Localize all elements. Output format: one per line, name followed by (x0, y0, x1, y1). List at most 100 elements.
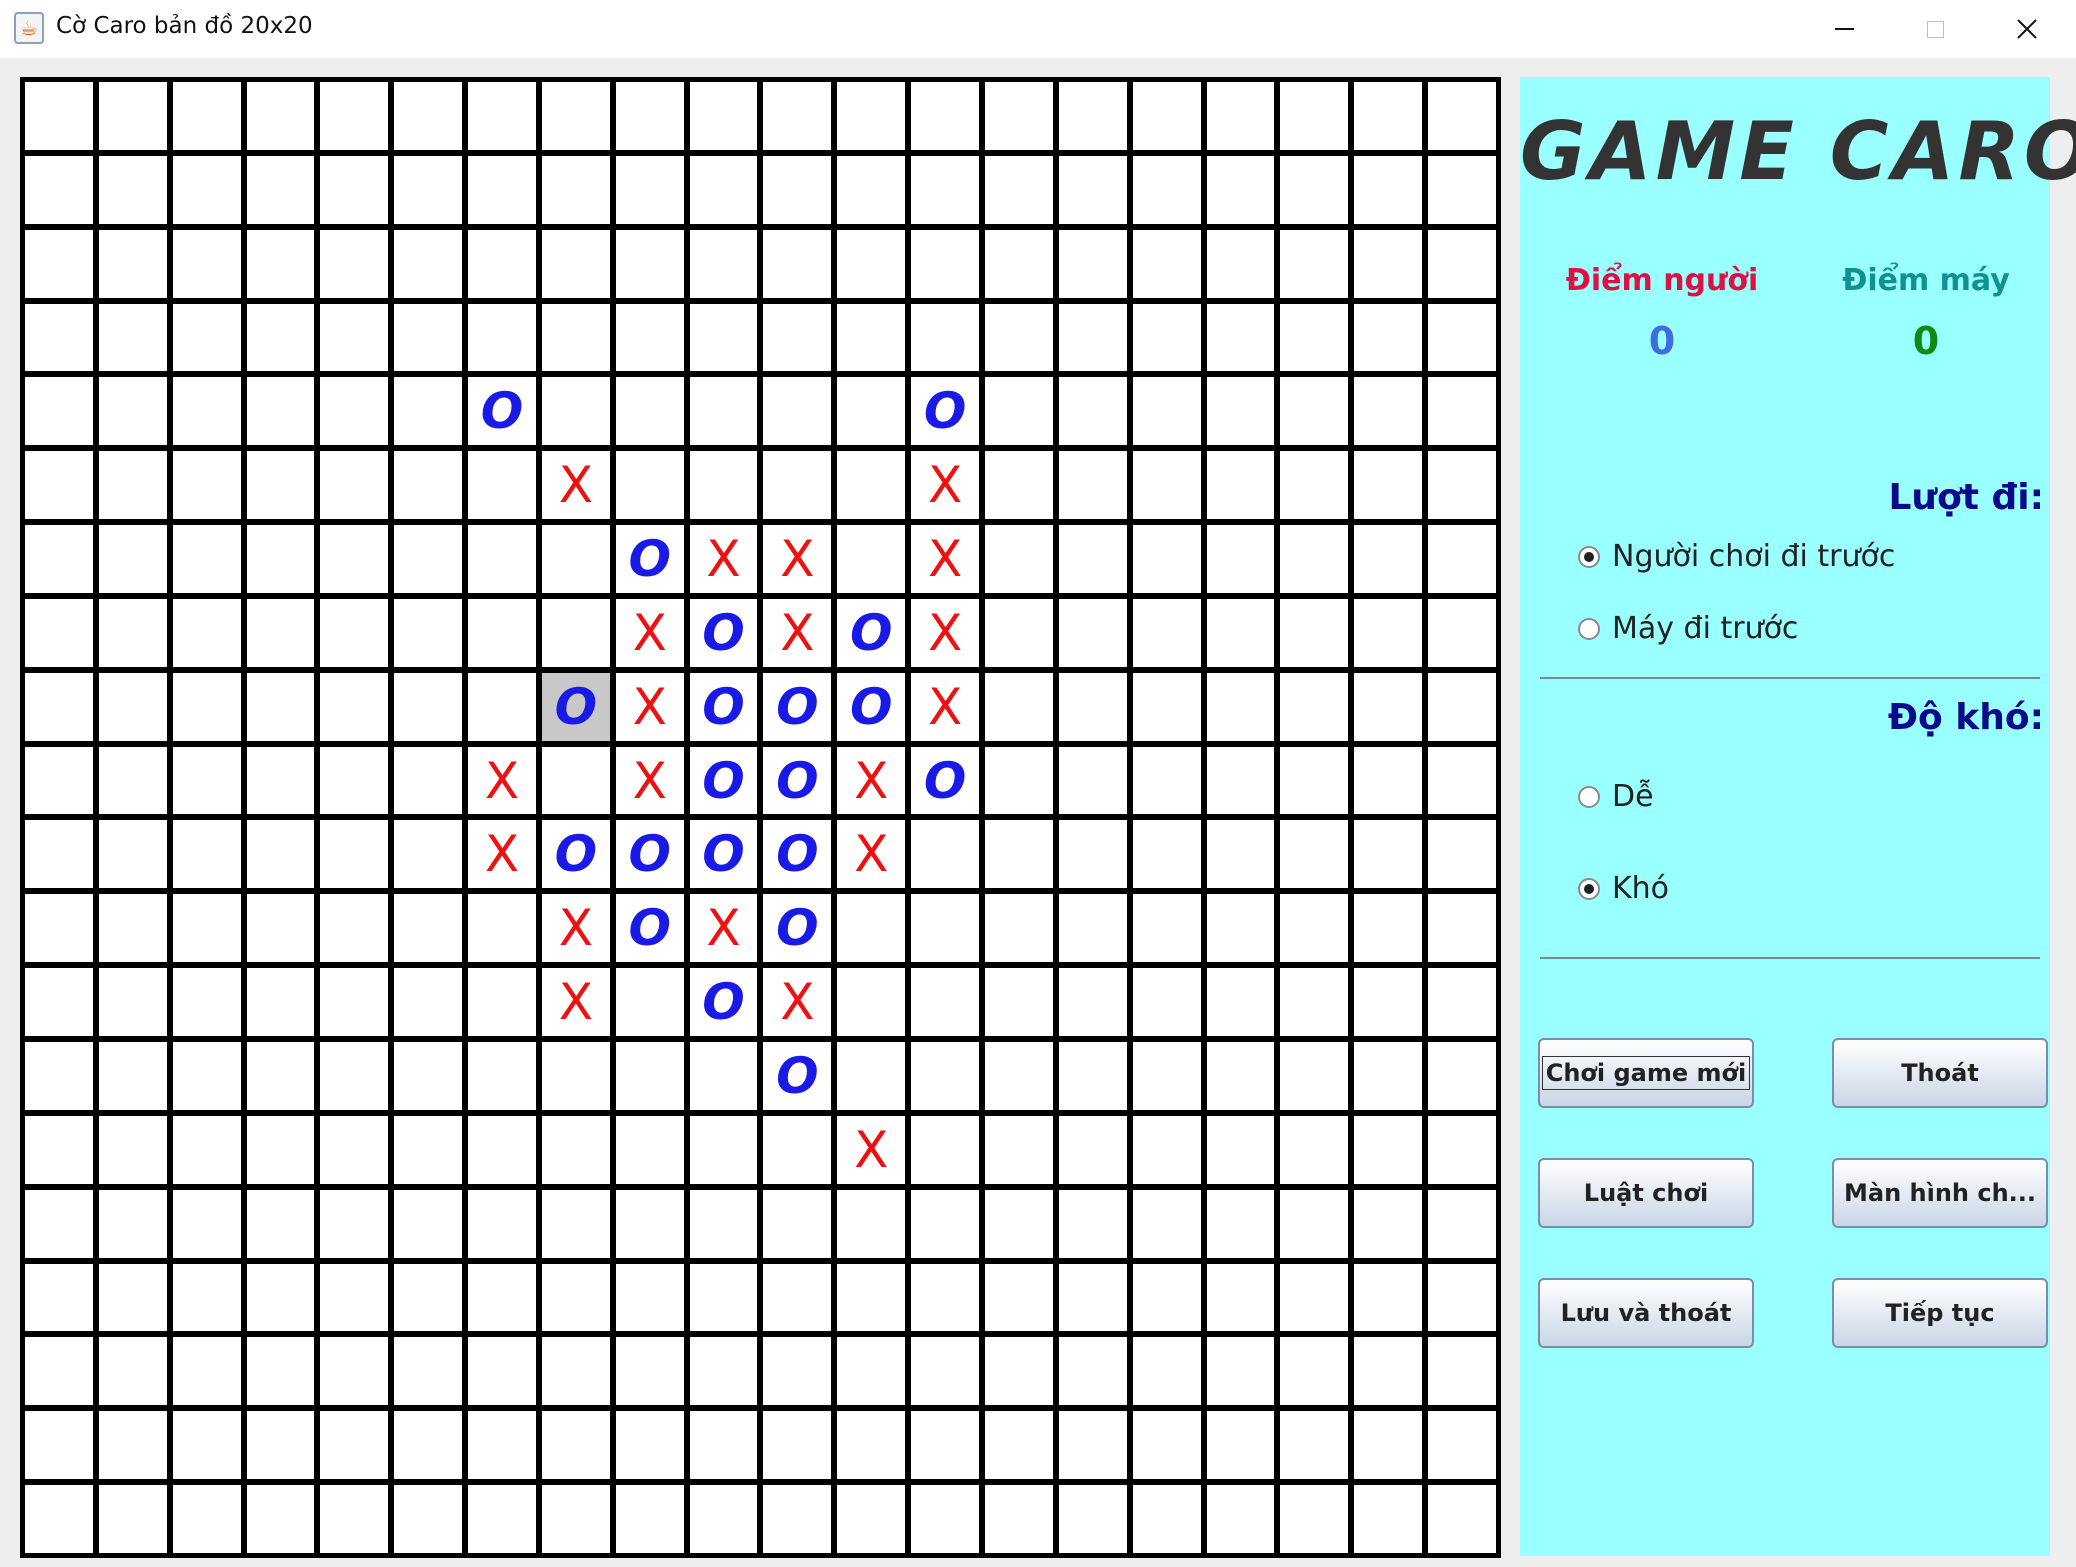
board-cell[interactable] (1428, 598, 1496, 667)
board-cell[interactable] (1206, 968, 1275, 1037)
board-cell[interactable] (837, 968, 906, 1037)
board-cell[interactable] (172, 1115, 241, 1184)
board-cell[interactable] (25, 746, 93, 815)
board-cell[interactable] (394, 672, 463, 741)
board-cell[interactable] (985, 1042, 1053, 1110)
board-cell[interactable] (172, 451, 241, 520)
board-cell[interactable] (394, 1263, 463, 1332)
board-cell[interactable] (985, 1485, 1053, 1553)
board-cell[interactable] (468, 451, 536, 520)
board-cell[interactable]: X (615, 746, 684, 815)
board-cell[interactable] (689, 1042, 758, 1110)
board-cell[interactable] (911, 820, 980, 889)
board-cell[interactable] (394, 598, 463, 667)
board-cell[interactable] (1280, 1263, 1349, 1332)
board-cell[interactable] (763, 155, 832, 224)
board-cell[interactable]: X (689, 525, 758, 593)
board-cell[interactable] (246, 82, 315, 150)
board-cell[interactable] (1132, 525, 1201, 593)
board-cell[interactable] (689, 1189, 758, 1258)
board-cell[interactable] (837, 451, 906, 520)
board-cell[interactable] (98, 82, 167, 150)
board-cell[interactable] (985, 1263, 1053, 1332)
board-cell[interactable]: X (541, 451, 610, 520)
board-cell[interactable] (172, 1411, 241, 1480)
board-cell[interactable] (98, 1411, 167, 1480)
board-cell[interactable] (1280, 155, 1349, 224)
board-cell[interactable] (246, 525, 315, 593)
board-cell[interactable] (1354, 1485, 1423, 1553)
board-cell[interactable] (689, 303, 758, 372)
board-cell[interactable] (911, 1263, 980, 1332)
board-cell[interactable]: O (689, 672, 758, 741)
board-cell[interactable] (172, 1042, 241, 1110)
board-cell[interactable] (689, 377, 758, 446)
board-cell[interactable] (1354, 1337, 1423, 1406)
board-cell[interactable] (98, 155, 167, 224)
board-cell[interactable] (1354, 820, 1423, 889)
board-cell[interactable] (615, 155, 684, 224)
board-cell[interactable] (837, 1411, 906, 1480)
minimize-button[interactable] (1799, 0, 1889, 58)
board-cell[interactable] (25, 968, 93, 1037)
board-cell[interactable] (1132, 1115, 1201, 1184)
board-cell[interactable] (763, 1189, 832, 1258)
board-cell[interactable] (1058, 155, 1127, 224)
board-cell[interactable] (98, 1485, 167, 1553)
board-cell[interactable] (172, 229, 241, 298)
board-cell[interactable] (1428, 672, 1496, 741)
board-cell[interactable] (763, 377, 832, 446)
board-cell[interactable] (1058, 820, 1127, 889)
board-cell[interactable]: O (468, 377, 536, 446)
board-cell[interactable] (1354, 894, 1423, 963)
board-cell[interactable] (468, 1485, 536, 1553)
board-cell[interactable] (689, 1263, 758, 1332)
board-cell[interactable] (615, 1115, 684, 1184)
board-cell[interactable]: X (541, 894, 610, 963)
board-cell[interactable] (1132, 82, 1201, 150)
board-cell[interactable] (320, 525, 389, 593)
board-cell[interactable] (615, 1485, 684, 1553)
board-cell[interactable] (98, 1189, 167, 1258)
board-cell[interactable] (1428, 451, 1496, 520)
board-cell[interactable] (468, 1263, 536, 1332)
board-cell[interactable] (1354, 968, 1423, 1037)
board-cell[interactable] (1058, 1485, 1127, 1553)
save-exit-button[interactable]: Lưu và thoát (1538, 1278, 1754, 1348)
board-cell[interactable] (320, 1411, 389, 1480)
board-cell[interactable] (98, 672, 167, 741)
board-cell[interactable] (1132, 451, 1201, 520)
new-game-button[interactable]: Chơi game mới (1538, 1038, 1754, 1108)
board-cell[interactable] (1428, 820, 1496, 889)
board-cell[interactable] (320, 451, 389, 520)
board-cell[interactable] (25, 525, 93, 593)
board-cell[interactable] (172, 1337, 241, 1406)
radio-indicator[interactable] (1578, 877, 1600, 900)
board-cell[interactable] (394, 303, 463, 372)
board-cell[interactable] (468, 229, 536, 298)
board-cell[interactable] (1428, 1189, 1496, 1258)
board-cell[interactable] (25, 377, 93, 446)
board-cell[interactable] (25, 820, 93, 889)
board-cell[interactable] (689, 229, 758, 298)
board-cell[interactable] (985, 303, 1053, 372)
board-cell[interactable] (1280, 894, 1349, 963)
board-cell[interactable] (1354, 746, 1423, 815)
board-cell[interactable] (541, 1189, 610, 1258)
board-cell[interactable] (98, 968, 167, 1037)
board-cell[interactable]: O (541, 672, 610, 741)
board-cell[interactable] (1428, 229, 1496, 298)
board-cell[interactable] (172, 1189, 241, 1258)
board-cell[interactable] (98, 894, 167, 963)
board-cell[interactable] (320, 1263, 389, 1332)
board-cell[interactable] (541, 1337, 610, 1406)
board-cell[interactable] (911, 303, 980, 372)
board-cell[interactable] (911, 1485, 980, 1553)
board-cell[interactable] (172, 1263, 241, 1332)
board-cell[interactable] (468, 894, 536, 963)
board-cell[interactable] (1354, 82, 1423, 150)
board-cell[interactable] (394, 229, 463, 298)
board-cell[interactable] (911, 1115, 980, 1184)
board-cell[interactable] (1132, 377, 1201, 446)
board-cell[interactable] (615, 1189, 684, 1258)
